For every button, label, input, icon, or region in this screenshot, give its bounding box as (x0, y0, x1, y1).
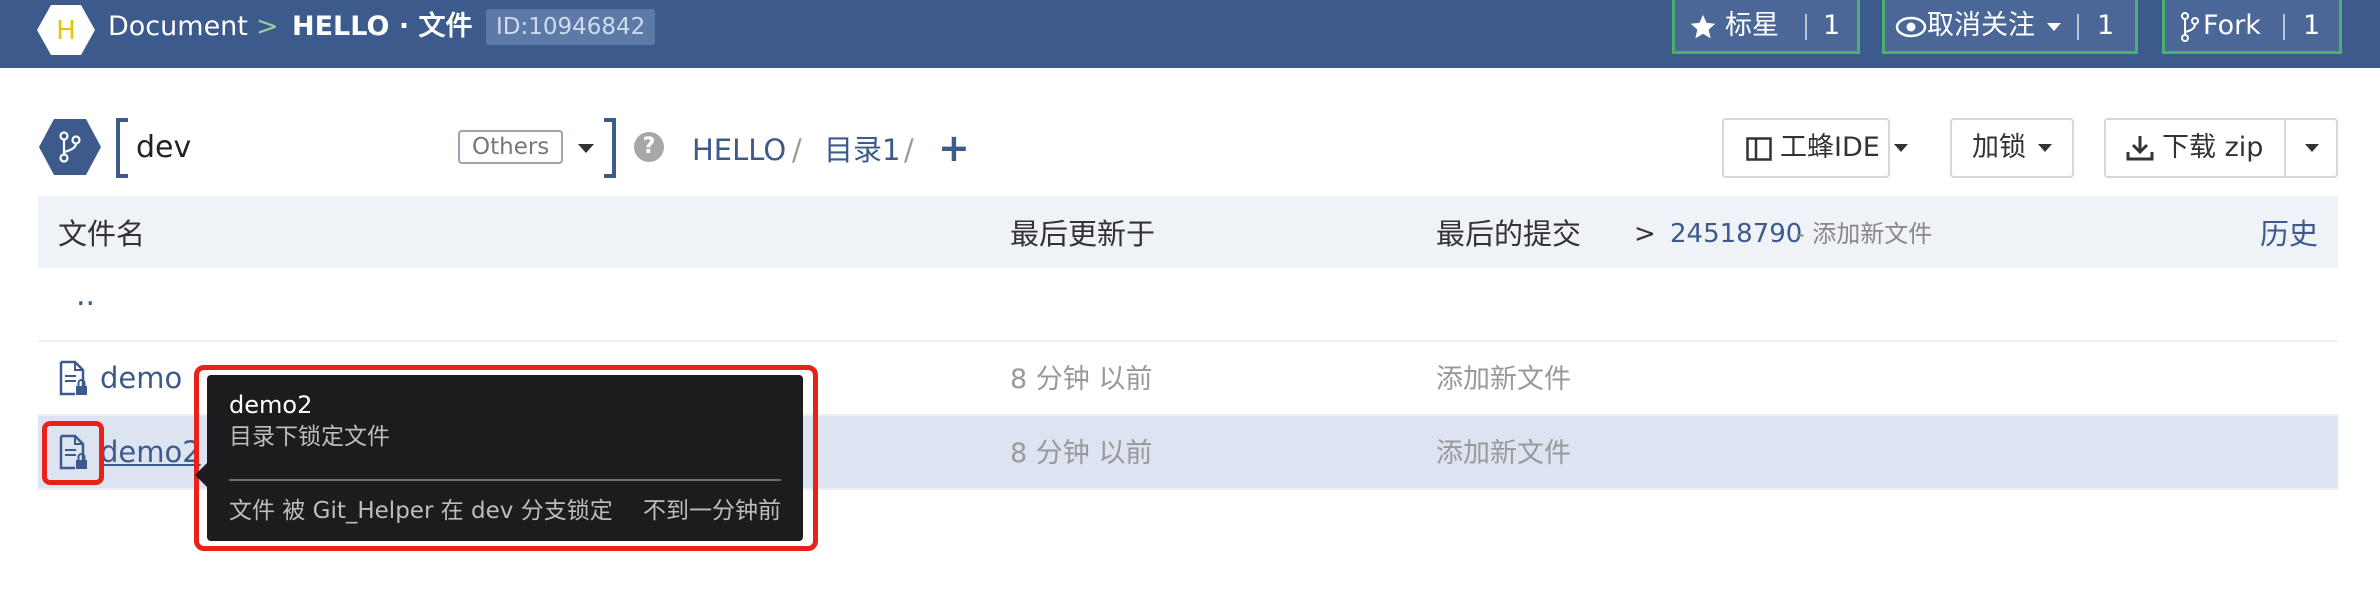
watch-divider (2077, 14, 2079, 40)
tooltip-divider (229, 479, 781, 481)
fork-divider (2283, 14, 2285, 40)
fork-count: 1 (2303, 10, 2321, 41)
chevron-down-icon (2047, 23, 2061, 31)
path-link-root[interactable]: HELLO (692, 130, 786, 170)
breadcrumb-document-link[interactable]: Document (108, 10, 248, 44)
star-count: 1 (1823, 10, 1841, 41)
column-header-name: 文件名 (58, 217, 146, 251)
lock-button-label: 加锁 (1972, 132, 2026, 163)
watch-count: 1 (2097, 10, 2115, 41)
chevron-down-icon[interactable] (578, 144, 594, 153)
star-button[interactable]: 标星 1 (1672, 0, 1860, 54)
lock-button[interactable]: 加锁 (1950, 118, 2074, 178)
file-updated-time: 8 分钟 以前 (1010, 438, 1153, 469)
branch-selector-value: dev (136, 130, 192, 165)
fork-label: Fork (2203, 10, 2261, 41)
file-name-link[interactable]: demo2 (100, 432, 201, 472)
lock-info-tooltip: demo2 目录下锁定文件 文件 被 Git_Helper 在 dev 分支锁定… (195, 375, 803, 541)
branch-selector-left-bracket (116, 118, 128, 178)
branch-type-tag: Others (458, 130, 564, 164)
breadcrumb-repo-title: HELLO · 文件 (292, 11, 473, 42)
parent-directory-row[interactable]: .. (38, 268, 2338, 342)
last-commit-message: - 添加新文件 (1796, 220, 1933, 248)
file-table-header: 文件名 最后更新于 最后的提交 > 24518790 - 添加新文件 历史 (38, 196, 2338, 268)
chevron-right-icon: > (1634, 219, 1656, 249)
history-link[interactable]: 历史 (2260, 216, 2318, 252)
download-options-button[interactable] (2284, 118, 2338, 178)
watch-button[interactable]: 取消关注 1 (1882, 0, 2138, 54)
download-zip-label: 下载 zip (2162, 132, 2264, 163)
branch-icon (39, 119, 101, 175)
path-separator: / (904, 133, 914, 167)
tooltip-arrow (195, 463, 207, 487)
path-separator: / (792, 133, 802, 167)
branch-selector-right-bracket (604, 118, 616, 178)
help-icon[interactable]: ? (634, 132, 664, 162)
tooltip-lock-info: 文件 被 Git_Helper 在 dev 分支锁定 (229, 498, 613, 524)
download-zip-button[interactable]: 下载 zip (2104, 118, 2286, 178)
highlight-box: demo2 目录下锁定文件 文件 被 Git_Helper 在 dev 分支锁定… (194, 365, 818, 551)
chevron-down-icon (2038, 144, 2052, 152)
eye-icon (1895, 16, 1927, 38)
file-updated-time: 8 分钟 以前 (1010, 364, 1153, 395)
path-link-dir[interactable]: 目录1 (824, 130, 900, 170)
ide-button[interactable]: 工蜂IDE (1722, 118, 1908, 178)
file-name-link[interactable]: demo (100, 358, 182, 398)
svg-text:H: H (56, 16, 76, 46)
project-logo-icon[interactable]: H (36, 4, 96, 56)
star-icon (1690, 14, 1716, 39)
parent-directory-link[interactable]: .. (76, 276, 95, 316)
branch-selector[interactable]: dev Others (116, 118, 616, 178)
fork-icon (2181, 12, 2199, 42)
chevron-down-icon (2305, 144, 2319, 152)
locked-file-icon (59, 360, 87, 396)
column-header-commit: 最后的提交 (1436, 217, 1582, 251)
tooltip-title: demo2 (229, 391, 313, 419)
file-commit-message[interactable]: 添加新文件 (1436, 434, 1571, 474)
breadcrumb-separator-icon: > (256, 11, 279, 42)
star-label: 标星 (1725, 10, 1779, 41)
watch-label: 取消关注 (1927, 10, 2035, 41)
star-divider (1805, 14, 1807, 40)
add-file-plus-icon[interactable]: + (938, 128, 970, 168)
download-icon (2126, 136, 2154, 161)
highlight-box (42, 421, 104, 485)
ide-button-label: 工蜂IDE (1780, 132, 1880, 163)
tooltip-subtitle: 目录下锁定文件 (229, 424, 390, 450)
ide-layout-icon (1746, 137, 1772, 161)
chevron-down-icon (1894, 144, 1908, 152)
tooltip-lock-time: 不到一分钟前 (643, 498, 781, 524)
last-commit-hash-link[interactable]: 24518790 (1670, 216, 1802, 252)
column-header-updated: 最后更新于 (1010, 217, 1156, 251)
repo-id-badge: ID:10946842 (486, 9, 656, 45)
top-navigation-bar: H Document > HELLO · 文件 ID:10946842 标星 1… (0, 0, 2380, 68)
file-commit-message[interactable]: 添加新文件 (1436, 360, 1571, 400)
fork-button[interactable]: Fork 1 (2162, 0, 2342, 54)
